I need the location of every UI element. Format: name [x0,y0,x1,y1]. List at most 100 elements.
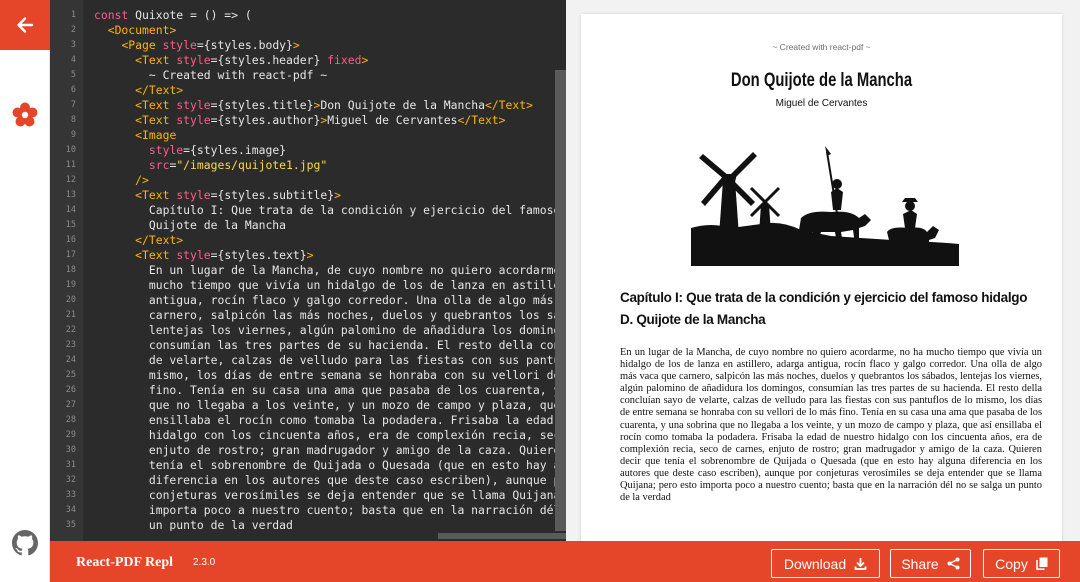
pdf-subtitle: Capítulo I: Que trata de la condición y … [620,290,1028,327]
code-token: conjeturas verosímiles se deja entender … [148,488,566,502]
code-line[interactable]: <Text style={styles.subtitle}> [94,188,566,203]
code-line[interactable]: <Page style={styles.body}> [94,38,566,53]
line-number: 12 [65,175,76,185]
code-line[interactable]: <Text style={styles.text}> [94,248,566,263]
copy-label: Copy [995,555,1028,572]
code-token: <Text [135,98,177,112]
pdf-page: ~ Created with react-pdf ~ Don Quijote d… [581,14,1062,541]
github-icon[interactable] [12,530,38,556]
code-line[interactable]: carnero, salpicón las más noches, duelos… [94,308,566,323]
copy-button[interactable]: Copy [983,549,1060,578]
code-token: En un lugar de la Mancha, de cuyo nombre… [94,263,566,277]
code-token: mismo, los días de entre semana se honra… [94,368,566,382]
pdf-title: Don Quijote de la Mancha [730,70,913,91]
code-token: <Document> [107,23,177,37]
code-line[interactable]: lentejas los viernes, algún palomino de … [94,323,566,338]
code-token: </Text> [135,233,184,247]
code-line[interactable]: const Quixote = () => ( [94,8,566,23]
code-line[interactable]: ensillaba el rocín como tomaba la podade… [94,413,566,428]
line-number: 26 [65,385,76,395]
download-label: Download [783,555,847,572]
code-line[interactable]: <Text style={styles.title}>Don Quijote d… [94,98,566,113]
code-line[interactable]: conjeturas verosímiles se deja entender … [94,488,566,503]
code-token: const [94,8,129,22]
code-token: <Text [135,188,177,202]
code-token: mucho tiempo que vivía un hidalgo de los… [148,278,566,292]
code-line[interactable]: fino. Tenía en su casa una ama que pasab… [94,383,566,398]
code-token: style [176,98,211,112]
line-number: 22 [65,325,76,335]
code-token: ~ Created with react-pdf ~ [94,68,328,82]
code-area[interactable]: const Quixote = () => ( <Document> <Page… [83,0,566,541]
react-pdf-logo-icon[interactable] [11,101,39,129]
app-name: React-PDF Repl [76,555,174,570]
code-token: ={styles.subtitle} [210,188,335,202]
code-token: </Text> [484,98,533,112]
code-line[interactable]: Quijote de la Mancha [94,218,566,233]
code-line[interactable]: hidalgo con los cincuenta años, era de c… [94,428,566,443]
line-number: 11 [65,160,76,170]
code-line[interactable]: que no llegaba a los veinte, y un mozo d… [94,398,566,413]
line-number: 30 [65,445,76,455]
code-line[interactable]: En un lugar de la Mancha, de cuyo nombre… [94,263,566,278]
code-line[interactable]: style={styles.image} [94,143,566,158]
don-quixote-illustration [691,146,959,266]
code-line[interactable]: Capítulo I: Que trata de la condición y … [94,203,566,218]
code-token: <Image [135,128,177,142]
code-line[interactable]: antigua, rocín flaco y galgo corredor. U… [94,293,566,308]
code-token: tenía el sobrenombre de Quijada o Quesad… [94,458,566,472]
code-line[interactable]: importa poco a nuestro cuento; basta que… [94,503,566,518]
code-line[interactable]: <Text style={styles.header} fixed> [94,53,566,68]
app-version: 2.3.0 [193,557,216,568]
share-icon [947,557,960,570]
code-token: style [176,188,211,202]
code-line[interactable]: consumían las tres partes de su hacienda… [94,338,566,353]
code-line[interactable]: src="/images/quijote1.jpg" [94,158,566,173]
code-line[interactable]: <Text style={styles.author}>Miguel de Ce… [94,113,566,128]
code-token: un punto de la verdad [94,518,293,532]
line-number-gutter: 1 2 3 4 5 6 7 8 9 10 11 12 13 14 15 16 17 18 19 20 21 22 23 24 2… [50,0,83,541]
code-line[interactable]: mismo, los días de entre semana se honra… [94,368,566,383]
line-number: 34 [65,505,76,515]
code-editor[interactable]: 1 2 3 4 5 6 7 8 9 10 11 12 13 14 15 16 17 18 19 20 21 22 23 24 2… [50,0,566,541]
code-line[interactable]: ~ Created with react-pdf ~ [94,68,566,83]
code-line[interactable]: </Text> [94,83,566,98]
back-button[interactable] [0,0,50,50]
share-button[interactable]: Share [890,549,971,578]
code-token: style [162,38,197,52]
code-token: /> [135,173,149,187]
code-line[interactable]: <Image [94,128,566,143]
code-token: ={styles.header} [210,53,328,67]
horizontal-scrollbar[interactable] [83,531,566,541]
code-line[interactable]: tenía el sobrenombre de Quijada o Quesad… [94,458,566,473]
share-label: Share [901,555,939,572]
code-token: > [306,248,314,262]
bottom-toolbar: React-PDF Repl 2.3.0 Download Share Copy [50,541,1080,582]
code-token: ensillaba el rocín como tomaba la podade… [148,413,566,427]
code-token: Capítulo I: Que trata de la condición y … [148,203,561,217]
line-number: 17 [65,250,76,260]
vertical-scrollbar[interactable] [555,70,566,541]
line-number: 24 [65,355,76,365]
pdf-body-text: En un lugar de la Mancha, de cuyo nombre… [620,347,1042,504]
code-line[interactable]: /> [94,173,566,188]
code-line[interactable]: </Text> [94,233,566,248]
code-token: <Text [135,53,177,67]
scrollbar-thumb[interactable] [438,533,566,539]
code-line[interactable]: mucho tiempo que vivía un hidalgo de los… [94,278,566,293]
code-line[interactable]: diferencia en los autores que deste caso… [94,473,566,488]
code-line[interactable]: de velarte, calzas de velludo para las f… [94,353,566,368]
code-line[interactable]: enjuto de rostro; gran madrugador y amig… [94,443,566,458]
code-token: "/images/quijote1.jpg" [176,158,328,172]
code-token: > [361,53,369,67]
download-button[interactable]: Download [771,549,880,578]
code-token: ={styles.text} [210,248,307,262]
sidebar [0,0,50,582]
line-number: 19 [65,280,76,290]
code-line[interactable]: <Document> [94,23,566,38]
